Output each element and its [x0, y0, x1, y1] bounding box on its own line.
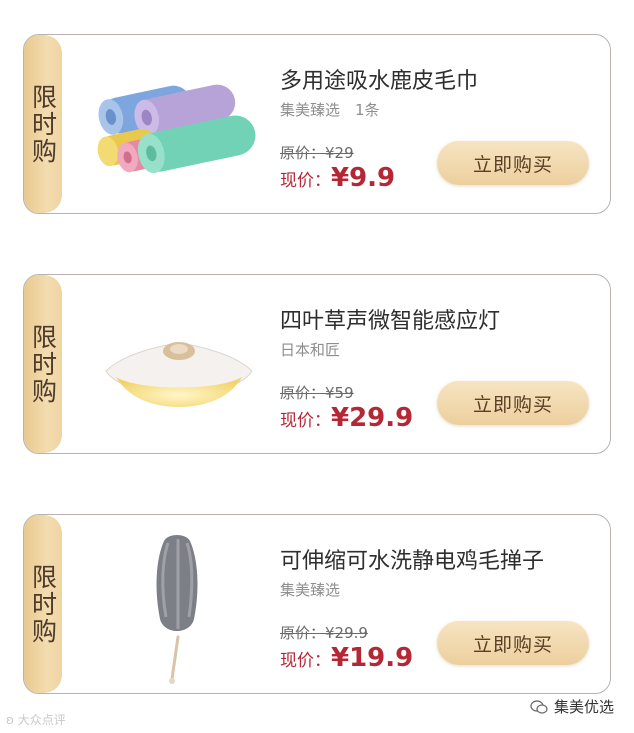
- product-subtitle: 集美臻选: [280, 581, 341, 599]
- buy-now-button[interactable]: 立即购买: [437, 621, 589, 665]
- product-card[interactable]: 限时购 四叶草声微智能感应灯 日本和匠 原价：¥59 现价：¥29.9 立即购买: [23, 274, 611, 454]
- original-price: 原价：¥29.9: [280, 622, 368, 643]
- product-title: 可伸缩可水洗静电鸡毛掸子: [280, 549, 545, 574]
- buy-now-button[interactable]: 立即购买: [437, 141, 589, 185]
- current-price-value: ¥9.9: [331, 163, 396, 193]
- current-price: 现价：¥9.9: [280, 163, 395, 193]
- limited-time-label: 限时购: [28, 323, 58, 405]
- original-price: 原价：¥29: [280, 142, 354, 163]
- product-subtitle: 日本和匠: [280, 341, 341, 359]
- induction-lamp-image: [105, 342, 253, 407]
- limited-time-label: 限时购: [28, 563, 58, 645]
- watermark-left-text: 大众点评: [17, 713, 66, 727]
- weibo-icon: ʚ: [6, 713, 14, 727]
- original-price-value: ¥29: [325, 144, 354, 162]
- product-title: 多用途吸水鹿皮毛巾: [280, 69, 479, 94]
- limited-time-label: 限时购: [28, 83, 58, 165]
- wechat-icon: [530, 699, 548, 714]
- original-price: 原价：¥59: [280, 382, 354, 403]
- watermark-right: 集美优选: [530, 696, 614, 717]
- current-price-value: ¥29.9: [331, 403, 414, 433]
- duster-image: [156, 535, 198, 684]
- current-price-label: 现价：: [280, 171, 331, 191]
- limited-time-tag: 限时购: [24, 515, 62, 693]
- original-price-label: 原价：: [280, 624, 326, 642]
- product-title: 四叶草声微智能感应灯: [280, 309, 501, 334]
- watermark-left: ʚ 大众点评: [6, 711, 66, 728]
- original-price-value: ¥59: [325, 384, 354, 402]
- current-price: 现价：¥19.9: [280, 643, 413, 673]
- original-price-value: ¥29.9: [325, 624, 368, 642]
- limited-time-tag: 限时购: [24, 275, 62, 453]
- product-card[interactable]: 限时购 可伸缩可水洗静电鸡毛掸子 集美臻选 原价：¥29.9 现价：¥19.9 …: [23, 514, 611, 694]
- original-price-label: 原价：: [280, 144, 326, 162]
- original-price-label: 原价：: [280, 384, 326, 402]
- limited-time-tag: 限时购: [24, 35, 62, 213]
- towel-rolls-image: [97, 84, 256, 174]
- current-price-label: 现价：: [280, 411, 331, 431]
- watermark-right-text: 集美优选: [554, 698, 615, 716]
- buy-now-button[interactable]: 立即购买: [437, 381, 589, 425]
- current-price-value: ¥19.9: [331, 643, 414, 673]
- current-price: 现价：¥29.9: [280, 403, 413, 433]
- product-card[interactable]: 限时购 多用途吸水鹿皮毛巾 集美臻选 1条 原价：¥29 现价：¥9.9 立即购…: [23, 34, 611, 214]
- product-subtitle: 集美臻选 1条: [280, 101, 380, 119]
- current-price-label: 现价：: [280, 651, 331, 671]
